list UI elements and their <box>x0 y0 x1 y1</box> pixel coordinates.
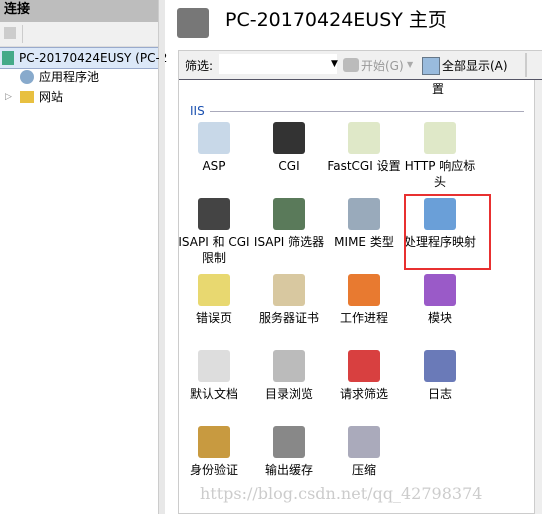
feature-modules[interactable]: 模块 <box>402 274 478 326</box>
feature-label: 模块 <box>427 311 452 325</box>
feature-label: FastCGI 设置 <box>327 159 401 173</box>
splitter[interactable] <box>159 0 165 514</box>
feature-label: 目录浏览 <box>264 387 313 401</box>
feature-mime-types[interactable]: MIME 类型 <box>326 198 402 250</box>
feature-label: 默认文档 <box>189 387 238 401</box>
connect-icon[interactable] <box>4 27 16 39</box>
feature-asp[interactable]: ASP <box>176 122 252 174</box>
feature-label: 日志 <box>427 387 452 401</box>
feature-label: ISAPI 筛选器 <box>253 235 325 249</box>
compression-icon <box>348 426 380 458</box>
show-all-icon <box>422 57 440 75</box>
page-title: PC-20170424EUSY 主页 <box>225 9 447 31</box>
feature-label: MIME 类型 <box>334 235 394 249</box>
tree-item-server[interactable]: PC-20170424EUSY (PC-2 <box>0 47 167 69</box>
server-certificates-icon <box>273 274 305 306</box>
server-icon <box>2 51 14 65</box>
next-section-header <box>190 506 214 514</box>
binoculars-icon <box>343 58 359 72</box>
directory-browsing-icon <box>273 350 305 382</box>
section-header-iis: IIS <box>190 104 205 118</box>
feature-output-caching[interactable]: 输出缓存 <box>251 426 327 478</box>
isapi-filters-icon <box>273 198 305 230</box>
feature-isapi-cgi-restrictions[interactable]: ISAPI 和 CGI 限制 <box>176 198 252 266</box>
divider <box>22 25 23 43</box>
tree-label: 应用程序池 <box>39 70 100 84</box>
show-all-button[interactable]: 全部显示(A) <box>442 57 508 74</box>
feature-compression[interactable]: 压缩 <box>326 426 402 478</box>
feature-label: 输出缓存 <box>264 463 313 477</box>
cgi-icon <box>273 122 305 154</box>
app-pool-icon <box>20 70 34 84</box>
feature-authentication[interactable]: 身份验证 <box>176 426 252 478</box>
filter-dropdown-icon[interactable]: ▼ <box>331 59 338 69</box>
feature-default-document[interactable]: 默认文档 <box>176 350 252 402</box>
feature-label: 工作进程 <box>339 311 388 325</box>
feature-http-response-headers[interactable]: HTTP 响应标头 <box>402 122 478 190</box>
expand-icon[interactable]: ▷ <box>5 87 12 107</box>
feature-label: 身份验证 <box>189 463 238 477</box>
feature-label: ASP <box>202 159 226 173</box>
start-button[interactable]: 开始(G) <box>361 57 404 74</box>
watermark: https://blog.csdn.net/qq_42798374 <box>200 484 483 503</box>
mime-types-icon <box>348 198 380 230</box>
error-pages-icon <box>198 274 230 306</box>
connections-header: 连接 <box>0 0 158 22</box>
feature-worker-processes[interactable]: 工作进程 <box>326 274 402 326</box>
feature-label: HTTP 响应标头 <box>404 159 476 189</box>
tree-label: PC-20170424EUSY (PC-2 <box>19 51 168 65</box>
filter-input[interactable] <box>219 54 337 74</box>
feature-label: 压缩 <box>351 463 376 477</box>
logging-icon <box>424 350 456 382</box>
partial-item-label: 置 <box>432 82 445 96</box>
modules-icon <box>424 274 456 306</box>
start-dropdown-icon[interactable]: ▼ <box>407 60 413 69</box>
request-filtering-icon <box>348 350 380 382</box>
filter-toolbar: 筛选: ▼ 开始(G) ▼ 全部显示(A) <box>179 51 542 80</box>
connections-toolbar <box>0 22 158 47</box>
asp-icon <box>198 122 230 154</box>
worker-processes-icon <box>348 274 380 306</box>
vertical-scrollbar[interactable] <box>534 80 542 514</box>
feature-error-pages[interactable]: 错误页 <box>176 274 252 326</box>
server-icon <box>177 8 209 38</box>
feature-cgi[interactable]: CGI <box>251 122 327 174</box>
authentication-icon <box>198 426 230 458</box>
feature-label: 错误页 <box>195 311 232 325</box>
feature-request-filtering[interactable]: 请求筛选 <box>326 350 402 402</box>
feature-server-certificates[interactable]: 服务器证书 <box>251 274 327 326</box>
feature-isapi-filters[interactable]: ISAPI 筛选器 <box>251 198 327 250</box>
feature-directory-browsing[interactable]: 目录浏览 <box>251 350 327 402</box>
tree-label: 网站 <box>39 90 64 104</box>
filter-label: 筛选: <box>185 59 214 73</box>
default-document-icon <box>198 350 230 382</box>
feature-label: ISAPI 和 CGI 限制 <box>178 235 250 265</box>
feature-label: CGI <box>278 159 300 173</box>
isapi-cgi-restrictions-icon <box>198 198 230 230</box>
feature-label: 服务器证书 <box>258 311 319 325</box>
fastcgi-icon <box>348 122 380 154</box>
section-divider <box>210 111 524 112</box>
http-response-headers-icon <box>424 122 456 154</box>
feature-logging[interactable]: 日志 <box>402 350 478 402</box>
divider <box>525 53 527 77</box>
highlight-box <box>404 194 491 270</box>
feature-fastcgi[interactable]: FastCGI 设置 <box>326 122 402 174</box>
sites-folder-icon <box>20 91 34 103</box>
output-caching-icon <box>273 426 305 458</box>
feature-label: 请求筛选 <box>339 387 388 401</box>
